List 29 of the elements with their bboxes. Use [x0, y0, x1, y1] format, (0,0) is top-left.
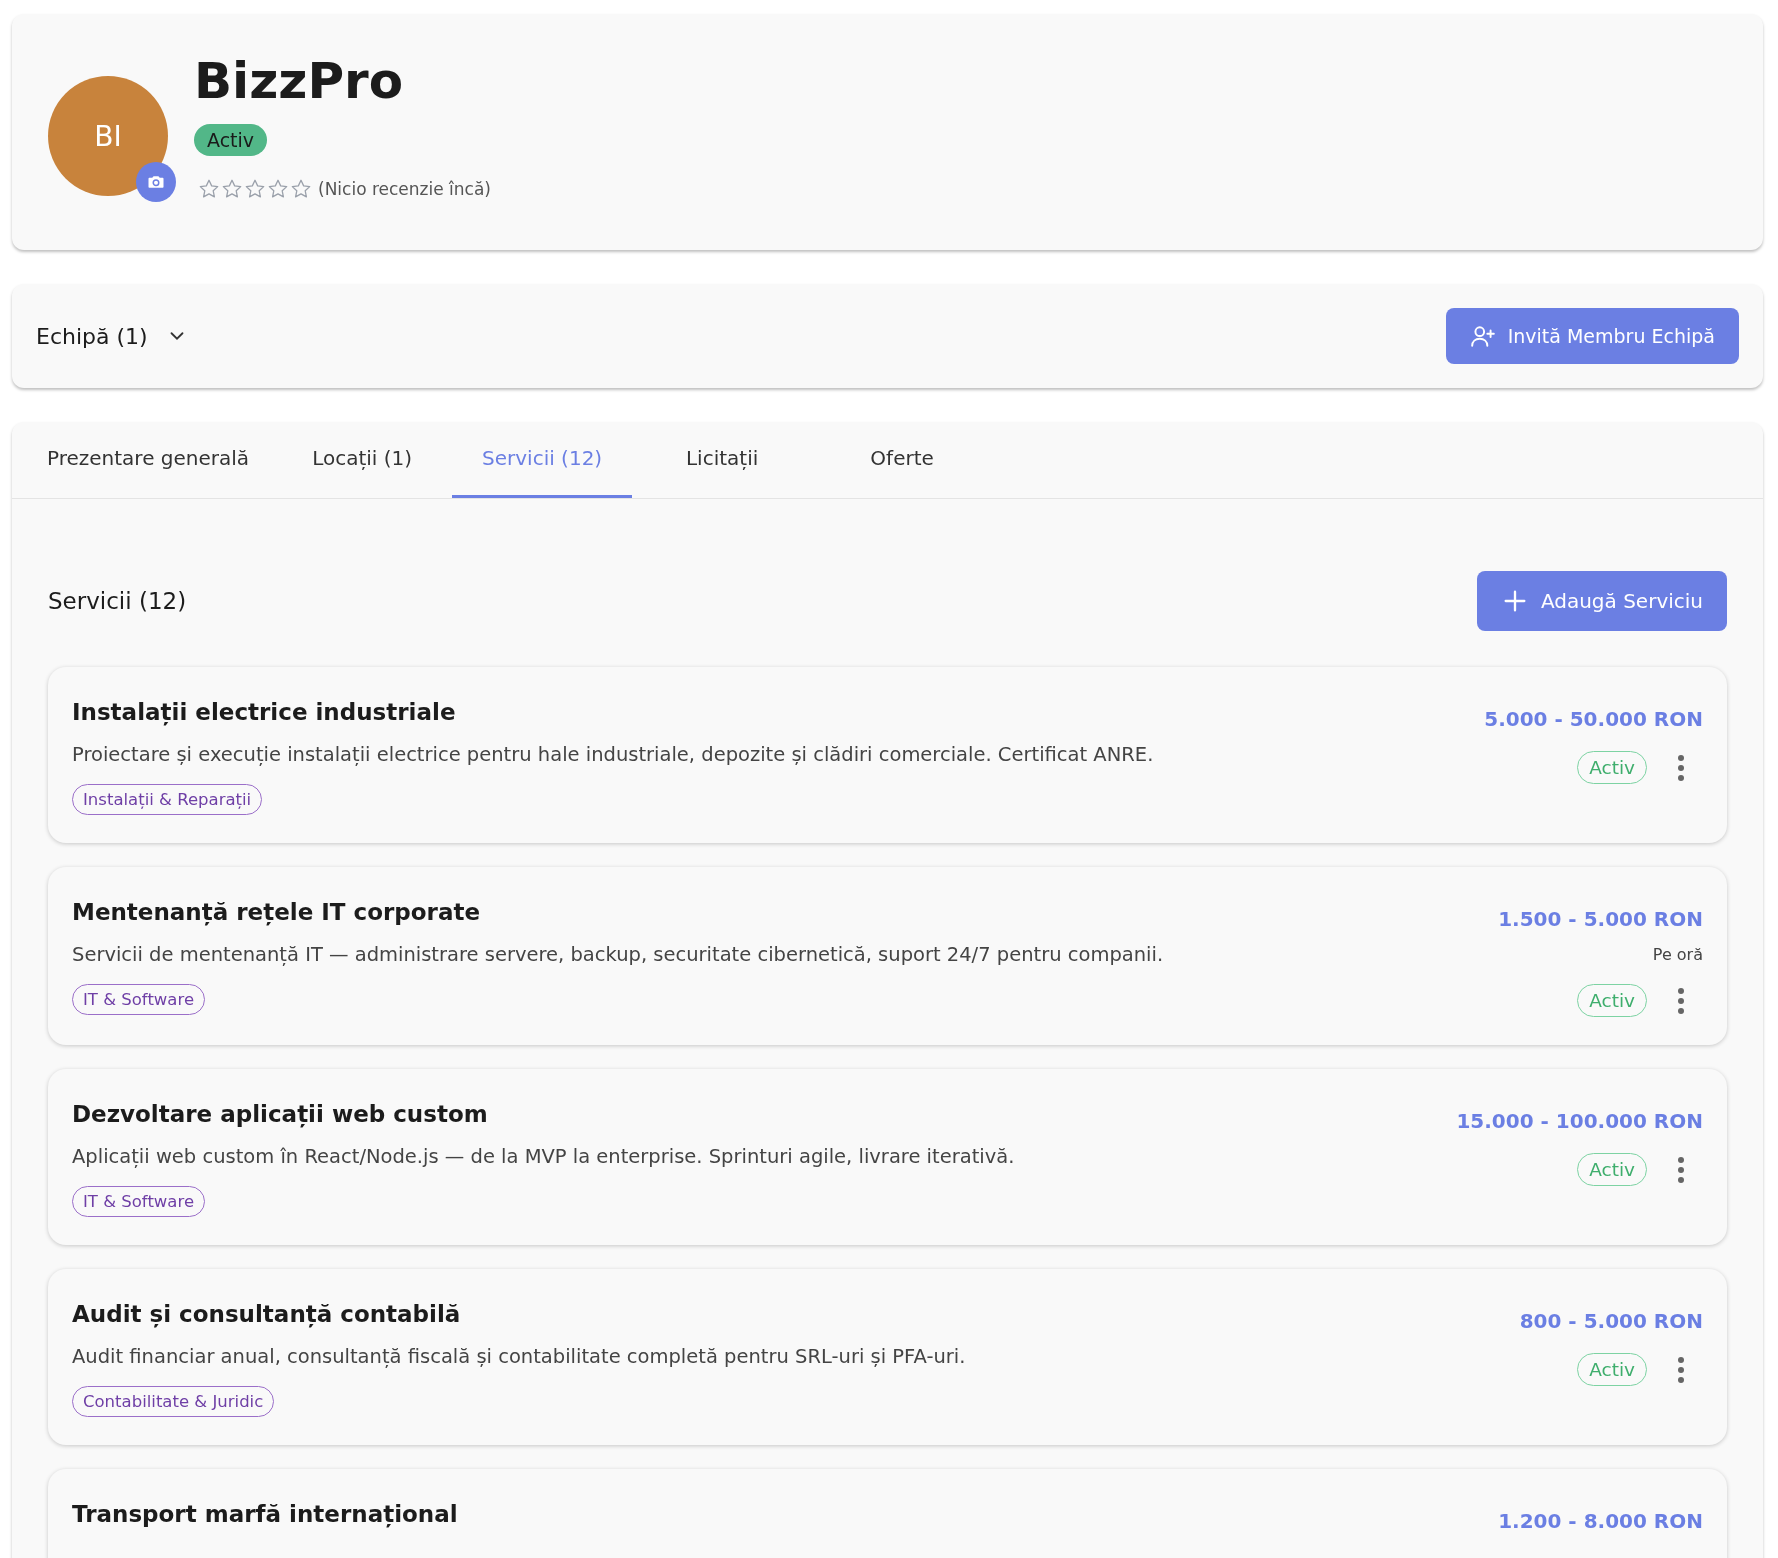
add-service-button[interactable]: Adaugă Serviciu [1476, 571, 1727, 631]
avatar-initials: BI [94, 119, 122, 153]
service-title: Dezvoltare aplicații web custom [72, 1101, 488, 1127]
service-title: Mentenanță rețele IT corporate [72, 899, 481, 925]
price-range: 800 - 5.000 RON [1519, 1309, 1703, 1333]
tab[interactable]: Licitații [632, 422, 813, 498]
team-toggle[interactable]: Echipă (1) [36, 323, 188, 349]
section-heading: Servicii (12) [48, 588, 187, 614]
service-description: Audit financiar anual, consultanță fiscală și contabilitate completă pentru SRL-uri și PFA-uri. [72, 1345, 966, 1368]
service-title: Transport marfă internațional [72, 1501, 458, 1527]
tab[interactable]: Oferte [812, 422, 993, 498]
service-title: Instalații electrice industriale [72, 699, 456, 725]
service-description: Proiectare și execuție instalații electrice pentru hale industriale, depozite și clădiri comerciale. Certificat ANRE. [72, 743, 1154, 766]
reviews-text: (Nicio recenzie încă) [318, 179, 491, 199]
price-unit: Pe oră [1652, 945, 1703, 964]
price-range: 5.000 - 50.000 RON [1484, 707, 1703, 731]
price-range: 1.200 - 8.000 RON [1498, 1509, 1703, 1533]
camera-icon[interactable] [136, 162, 176, 202]
price-range: 1.500 - 5.000 RON [1498, 907, 1703, 931]
service-description: Aplicații web custom în React/Node.js — de la MVP la enterprise. Sprinturi agile, livrare iterativă. [72, 1145, 1015, 1168]
tab[interactable]: Locații (1) [272, 422, 453, 498]
tab[interactable]: Prezentare generală [24, 422, 273, 498]
service-title: Audit și consultanță contabilă [72, 1301, 461, 1327]
company-name: BizzPro [194, 52, 404, 110]
invite-member-button[interactable]: Invită Membru Echipă [1445, 308, 1739, 364]
service-description: Servicii de mentenanță IT — administrare servere, backup, securitate cibernetică, suport 24/7 pentru companii. [72, 943, 1164, 966]
add-user-icon [1469, 323, 1496, 349]
price-range: 15.000 - 100.000 RON [1456, 1109, 1703, 1133]
status-badge: Activ [194, 124, 268, 156]
